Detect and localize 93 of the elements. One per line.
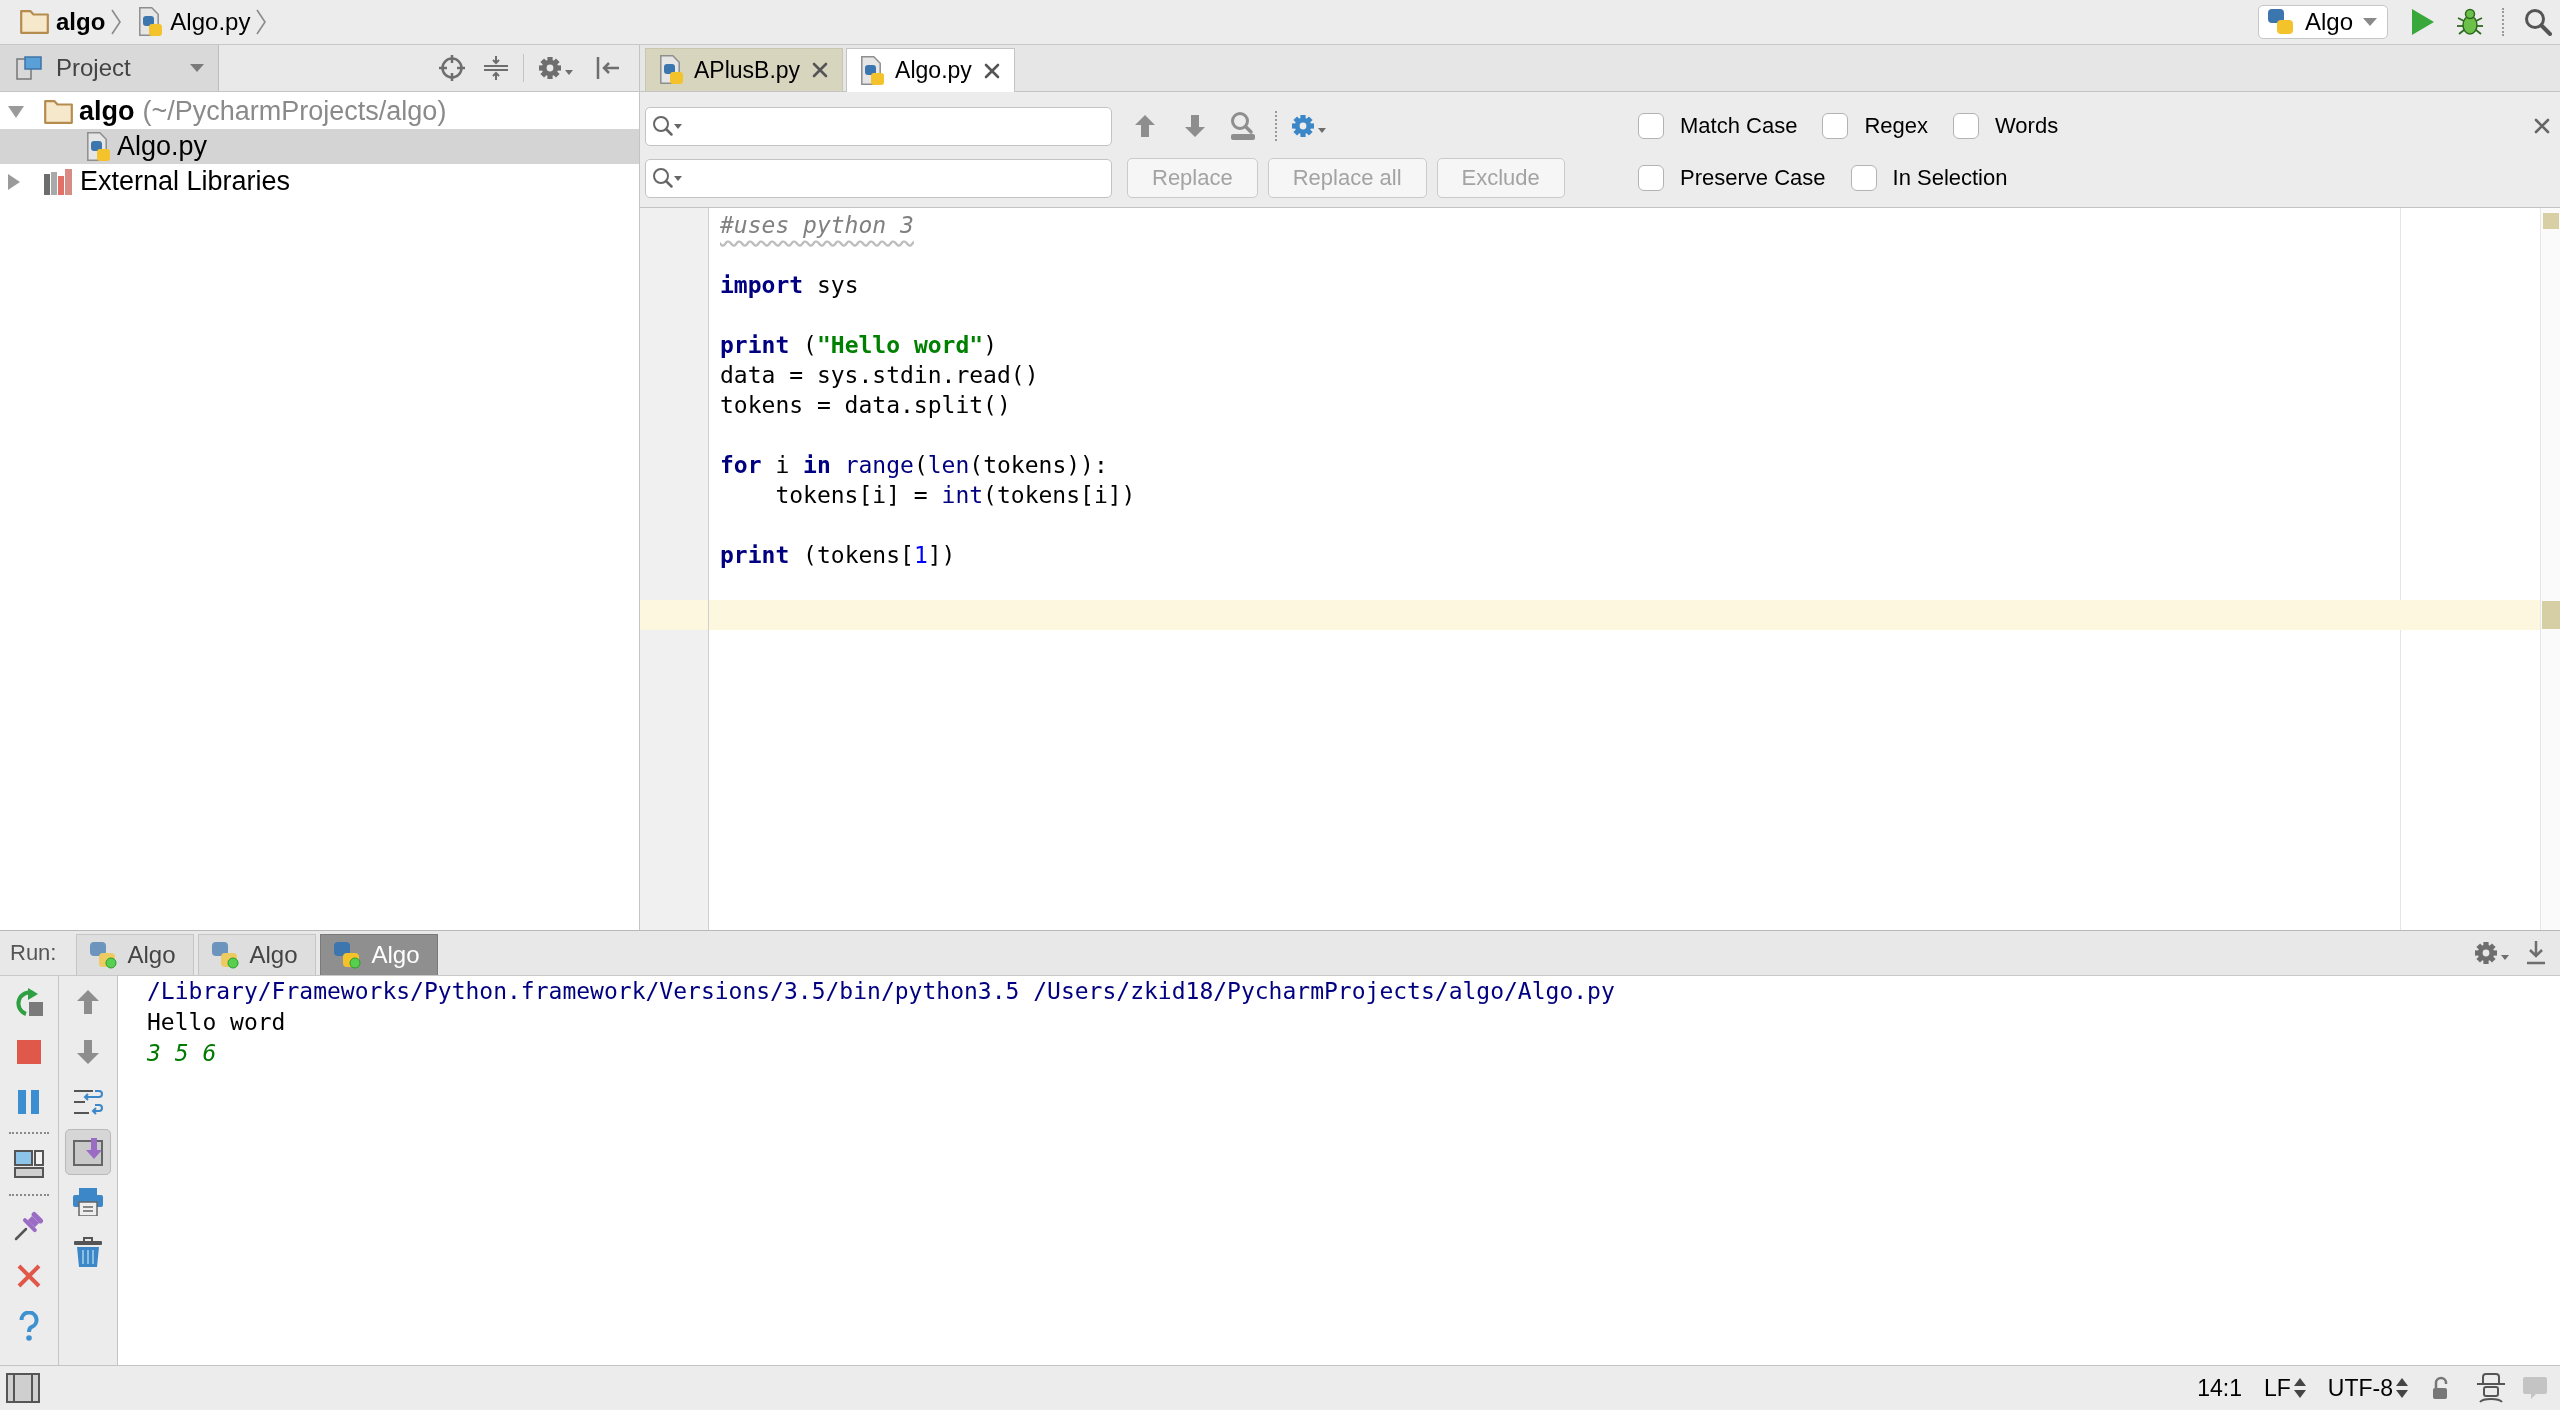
- console-line: 3 5 6: [147, 1039, 217, 1068]
- python-icon: [2266, 8, 2295, 36]
- close-icon[interactable]: [2534, 118, 2550, 134]
- expand-arrow-icon[interactable]: [8, 173, 20, 190]
- search-field[interactable]: [645, 106, 1112, 146]
- python-icon: [211, 941, 240, 969]
- folder-icon: [20, 10, 49, 34]
- rerun-icon[interactable]: [14, 988, 44, 1016]
- tree-item[interactable]: Algo.py: [0, 129, 639, 164]
- replace-field[interactable]: [645, 158, 1112, 198]
- encoding-selector[interactable]: UTF-8: [2327, 1376, 2408, 1400]
- bug-icon[interactable]: [2456, 8, 2484, 36]
- python-file-icon: [660, 55, 684, 85]
- python-file-icon: [87, 131, 111, 162]
- close-icon[interactable]: [17, 1264, 41, 1288]
- console-line: /Library/Frameworks/Python.framework/Versions/3.5/bin/python3.5 /Users/zkid18/PycharmProjects/algo/Algo.py: [147, 977, 1615, 1006]
- settings-icon[interactable]: [2474, 941, 2510, 965]
- up-down-arrows-icon: [2293, 1378, 2306, 1398]
- checkbox[interactable]: [1638, 113, 1664, 139]
- pushpin-icon[interactable]: [14, 1211, 44, 1241]
- option-label[interactable]: Match Case: [1680, 115, 1798, 137]
- code-line: print ("Hello word"): [720, 331, 997, 360]
- project-view-icon: [16, 56, 42, 80]
- code-line: data = sys.stdin.read(): [720, 361, 1039, 390]
- settings-icon[interactable]: [538, 56, 574, 80]
- print-icon[interactable]: [73, 1188, 103, 1216]
- tree-item[interactable]: algo (~/PycharmProjects/algo): [0, 94, 639, 129]
- collapse-all-icon[interactable]: [483, 55, 509, 81]
- hide-panel-icon[interactable]: [596, 56, 620, 80]
- search-icon[interactable]: [652, 115, 682, 137]
- python-icon: [89, 941, 118, 969]
- scroll-to-end-icon[interactable]: [73, 1138, 103, 1166]
- run-tab[interactable]: Algo: [198, 934, 317, 975]
- soft-wrap-icon[interactable]: [73, 1088, 103, 1116]
- person-with-hat-icon[interactable]: [2476, 1373, 2506, 1403]
- expand-arrow-icon[interactable]: [8, 105, 24, 118]
- code-line: print (tokens[1]): [720, 541, 956, 570]
- trash-icon[interactable]: [74, 1237, 102, 1267]
- arrow-down-icon[interactable]: [77, 1040, 99, 1064]
- editor-tab[interactable]: Algo.py: [846, 48, 1015, 92]
- chevron-icon: [256, 9, 267, 35]
- close-icon[interactable]: [983, 62, 1000, 79]
- arrow-to-bottom-icon[interactable]: [2526, 941, 2546, 965]
- editor-tab[interactable]: APlusB.py: [645, 48, 844, 91]
- option-label[interactable]: Preserve Case: [1680, 167, 1826, 189]
- run-icon[interactable]: [2412, 9, 2434, 35]
- crosshair-icon[interactable]: [439, 55, 465, 81]
- checkbox[interactable]: [1850, 165, 1877, 191]
- find-all-icon[interactable]: [1229, 111, 1257, 141]
- run-config-dropdown[interactable]: Algo: [2257, 5, 2388, 39]
- python-file-icon: [139, 7, 164, 37]
- chevron-icon: [111, 9, 122, 35]
- option-label[interactable]: Regex: [1864, 115, 1928, 137]
- code-line: tokens = data.split(): [720, 391, 1011, 420]
- caret-icon: [190, 64, 204, 72]
- code-line: #uses python 3: [720, 211, 914, 240]
- python-file-icon: [861, 55, 886, 86]
- unlock-icon[interactable]: [2432, 1376, 2450, 1400]
- arrow-down-icon[interactable]: [1185, 115, 1205, 137]
- checkbox[interactable]: [1822, 113, 1849, 139]
- close-icon[interactable]: [812, 62, 829, 78]
- up-down-arrows-icon: [2396, 1378, 2408, 1398]
- option-label[interactable]: Words: [1995, 115, 2059, 137]
- scroll-to-end-button[interactable]: [65, 1129, 111, 1175]
- line-separator-selector[interactable]: LF: [2264, 1376, 2306, 1400]
- caret-icon: [2363, 18, 2377, 26]
- caret-position[interactable]: 14:1: [2197, 1376, 2242, 1400]
- folder-icon: [44, 99, 73, 124]
- project-view-dropdown[interactable]: Project: [0, 45, 219, 91]
- code-line: for i in range(len(tokens)):: [720, 451, 1108, 480]
- run-label: Run:: [10, 942, 57, 964]
- checkbox[interactable]: [1638, 165, 1664, 191]
- run-tab[interactable]: Algo: [76, 934, 195, 975]
- console-line: Hello word: [147, 1008, 286, 1037]
- search-icon[interactable]: [652, 167, 682, 189]
- panel-toggle-icon[interactable]: [6, 1373, 40, 1403]
- layout-icon[interactable]: [14, 1150, 44, 1178]
- search-icon[interactable]: [2524, 8, 2552, 36]
- checkbox[interactable]: [1953, 113, 1979, 139]
- code-line: import sys: [720, 271, 859, 300]
- breadcrumb-item[interactable]: algo: [56, 10, 106, 34]
- arrow-up-icon[interactable]: [1135, 115, 1155, 137]
- settings-icon[interactable]: [1291, 114, 1327, 138]
- breadcrumb-item[interactable]: Algo.py: [170, 10, 251, 34]
- python-icon: [333, 941, 362, 969]
- option-label[interactable]: In Selection: [1892, 167, 2008, 189]
- library-icon: [44, 168, 74, 195]
- tree-item[interactable]: External Libraries: [0, 164, 639, 199]
- pause-icon[interactable]: [18, 1090, 40, 1114]
- help-icon[interactable]: [19, 1311, 39, 1341]
- project-path: (~/PycharmProjects/algo): [142, 98, 447, 125]
- code-line: tokens[i] = int(tokens[i]): [774, 481, 1136, 510]
- arrow-up-icon[interactable]: [77, 990, 99, 1014]
